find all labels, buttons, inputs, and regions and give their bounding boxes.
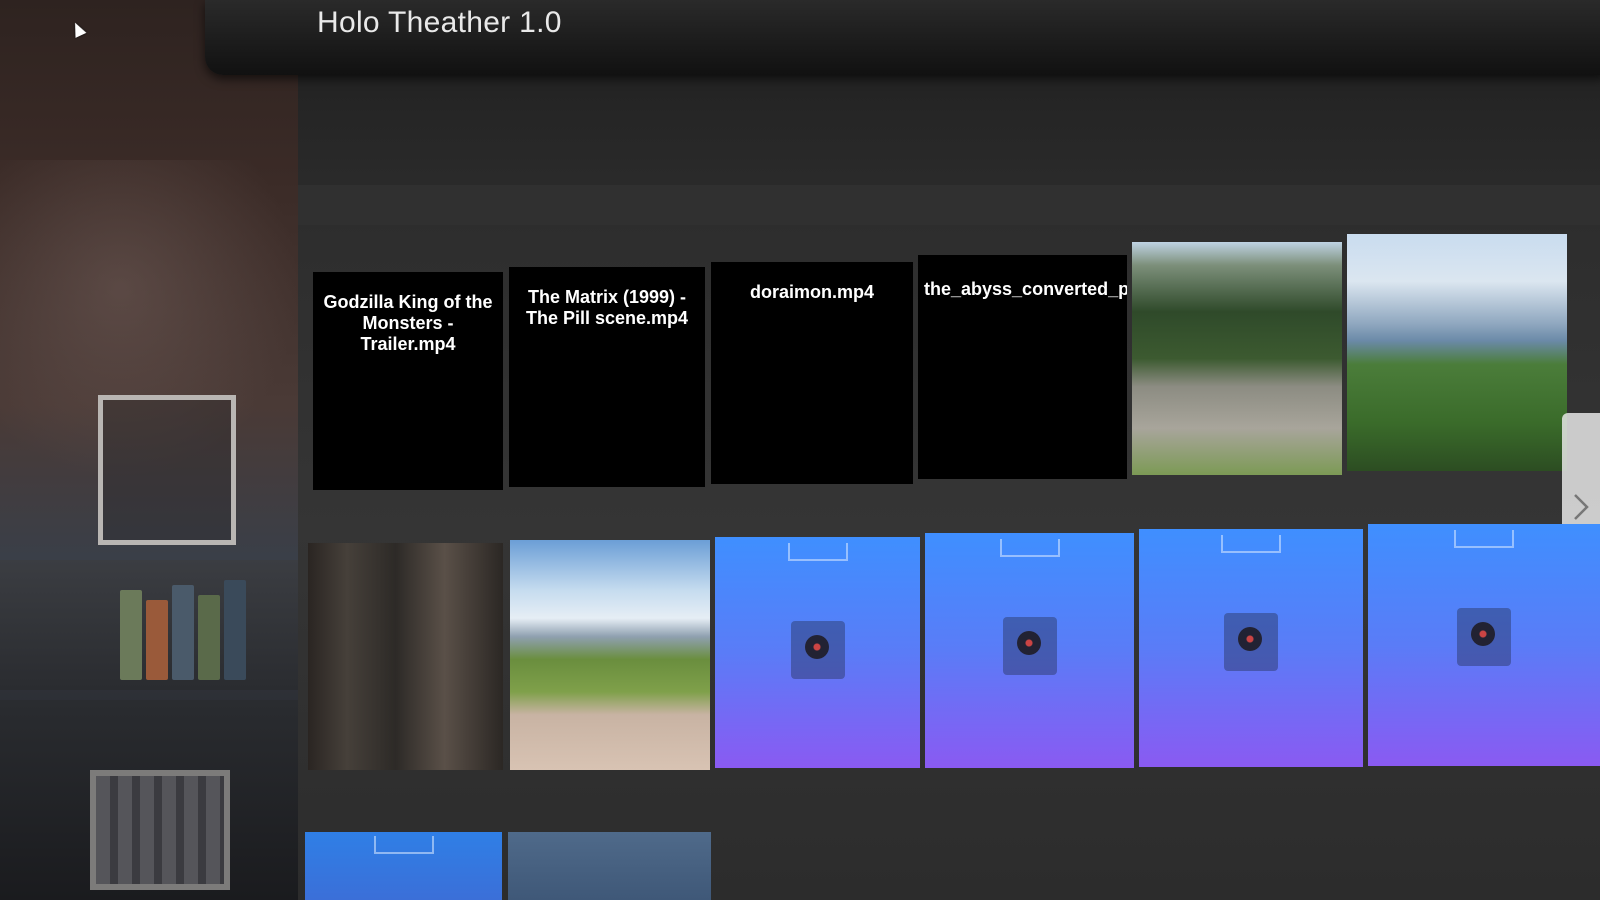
storage-crate <box>90 770 230 890</box>
panel-band <box>298 185 1600 225</box>
monitor-icon <box>1454 530 1514 548</box>
video-tile-placeholder[interactable] <box>715 537 920 768</box>
video-tile-label: Godzilla King of the Monsters - Trailer.… <box>323 292 493 354</box>
monitor-icon <box>373 836 434 854</box>
book <box>146 600 168 680</box>
monitor-icon <box>999 539 1060 557</box>
video-tile-label: doraimon.mp4 <box>749 282 874 302</box>
video-tile-thumbnail[interactable] <box>508 832 711 900</box>
book <box>224 580 246 680</box>
book <box>198 595 220 680</box>
disc-icon <box>790 621 845 679</box>
video-tile-placeholder[interactable] <box>1368 524 1600 766</box>
book <box>172 585 194 680</box>
disc-icon <box>1224 613 1278 671</box>
monitor-icon <box>1221 535 1281 553</box>
video-tile-placeholder[interactable] <box>305 832 502 900</box>
chevron-right-icon <box>1574 494 1589 520</box>
app-title: Holo Theather 1.0 <box>317 6 562 39</box>
video-tile-label: the_abyss_converted_preview.mp4 <box>924 279 1127 299</box>
book <box>120 590 142 680</box>
bookshelf <box>0 560 300 690</box>
holo-scene: Holo Theather 1.0 Godzilla King of the M… <box>0 0 1600 900</box>
title-bar[interactable]: Holo Theather 1.0 <box>205 0 1600 75</box>
picture-frame <box>98 395 236 545</box>
video-tile-placeholder[interactable] <box>925 533 1134 768</box>
video-tile-bridge-thumbnail[interactable] <box>510 540 710 770</box>
video-tile-doraimon[interactable]: doraimon.mp4 <box>711 262 913 484</box>
video-tile-park-thumbnail[interactable] <box>1132 242 1342 475</box>
video-tile-godzilla[interactable]: Godzilla King of the Monsters - Trailer.… <box>313 272 503 490</box>
disc-icon <box>1002 617 1057 675</box>
video-tile-abyss[interactable]: the_abyss_converted_preview.mp4 <box>918 255 1127 479</box>
video-tile-matrix[interactable]: The Matrix (1999) - The Pill scene.mp4 <box>509 267 705 487</box>
video-tile-placeholder[interactable] <box>1139 529 1363 767</box>
disc-icon <box>1457 608 1511 666</box>
monitor-icon <box>787 543 848 561</box>
room-background <box>0 0 305 900</box>
video-tile-label: The Matrix (1999) - The Pill scene.mp4 <box>525 287 689 328</box>
video-tile-harbor-thumbnail[interactable] <box>1347 234 1567 471</box>
video-tile-pole-thumbnail[interactable] <box>308 543 503 770</box>
